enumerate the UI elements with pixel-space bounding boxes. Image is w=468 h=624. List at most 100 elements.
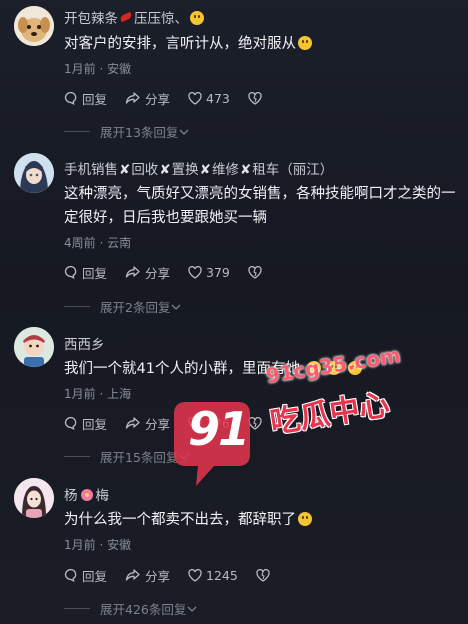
comment-author[interactable]: 西西乡 — [64, 333, 105, 353]
reply-button[interactable]: 回复 — [64, 263, 107, 282]
reply-button[interactable]: 回复 — [64, 414, 107, 433]
reply-button[interactable]: 回复 — [64, 566, 107, 585]
chevron-down-icon — [179, 129, 189, 135]
like-button[interactable]: 1245 — [188, 568, 238, 583]
chevron-down-icon — [187, 606, 197, 612]
cross-mark-icon: ✘ — [199, 162, 211, 178]
chevron-down-icon — [179, 454, 189, 460]
dizzy-face-emoji-icon — [190, 11, 204, 25]
expand-replies-label: 展开15条回复 — [100, 450, 179, 465]
heart-icon — [188, 91, 202, 105]
laughing-emoji-icon — [347, 361, 362, 375]
broken-heart-icon — [248, 416, 262, 430]
like-button[interactable]: 379 — [188, 265, 230, 280]
share-label: 分享 — [145, 265, 171, 281]
reply-label: 回复 — [82, 416, 108, 432]
comment-actions: 回复 分享 473 — [64, 88, 284, 108]
author-name-part: 手机销售 — [64, 162, 118, 178]
comment-text-content: 对客户的安排，言听计从，绝对服从 — [64, 36, 296, 52]
comment-text-content: 为什么我一个都卖不出去，都辞职了 — [64, 512, 296, 528]
expand-replies-label: 展开2条回复 — [100, 300, 171, 315]
like-button[interactable]: 473 — [188, 91, 230, 106]
comment-meta: 1月前 · 安徽 — [64, 538, 132, 552]
dislike-button[interactable] — [248, 416, 266, 430]
comment-bubble-icon — [64, 416, 77, 430]
expand-replies[interactable]: 展开426条回复 — [64, 599, 198, 618]
author-name-part: 维修 — [211, 162, 239, 178]
cross-mark-icon: ✘ — [159, 162, 171, 178]
author-name-part: 租车（丽江） — [252, 162, 334, 178]
share-label: 分享 — [145, 568, 171, 584]
heart-icon — [188, 265, 202, 279]
comment-author[interactable]: 手机销售✘回收✘置换✘维修✘租车（丽江） — [64, 158, 333, 178]
expand-replies[interactable]: 展开13条回复 — [64, 122, 190, 141]
expand-replies-label: 展开426条回复 — [100, 602, 187, 617]
comment-text-content: 我们一个就41个人的小群，里面有她 — [64, 361, 300, 377]
author-name-suffix: 压压惊、 — [134, 11, 188, 27]
reply-label: 回复 — [82, 568, 108, 584]
comment-bubble-icon — [64, 91, 77, 105]
comment-bubble-icon — [64, 265, 77, 279]
expand-replies[interactable]: 展开15条回复 — [64, 447, 190, 466]
share-arrow-icon — [125, 569, 140, 581]
comment-meta: 4周前 · 云南 — [64, 236, 132, 250]
share-arrow-icon — [125, 266, 140, 278]
watermark-title: 吃瓜中心 — [267, 387, 392, 441]
author-name-part: 梅 — [95, 488, 110, 504]
share-label: 分享 — [145, 416, 171, 432]
avatar[interactable] — [14, 6, 54, 46]
heart-icon — [188, 568, 202, 582]
share-arrow-icon — [125, 417, 140, 429]
grinning-emoji-icon — [306, 361, 321, 375]
divider-line — [64, 131, 90, 132]
chili-emoji-icon — [119, 11, 133, 23]
comment-text: 对客户的安排，言听计从，绝对服从 — [64, 32, 456, 56]
watermark-badge-icon — [174, 402, 250, 486]
divider-line — [64, 306, 90, 307]
comment-text: 我们一个就41个人的小群，里面有她 — [64, 357, 456, 381]
heart-icon — [188, 416, 202, 430]
author-name-part: 回收 — [131, 162, 159, 178]
comment-actions: 回复 分享 776 — [64, 413, 284, 433]
like-count: 1245 — [206, 567, 238, 583]
cross-mark-icon: ✘ — [119, 162, 131, 178]
share-arrow-icon — [125, 92, 140, 104]
share-button[interactable]: 分享 — [125, 566, 170, 585]
comment-text: 为什么我一个都卖不出去，都辞职了 — [64, 508, 456, 532]
broken-heart-icon — [256, 568, 270, 582]
comment-meta: 1月前 · 上海 — [64, 387, 132, 401]
share-label: 分享 — [145, 91, 171, 107]
crying-face-emoji-icon — [298, 36, 312, 50]
broken-heart-icon — [248, 265, 262, 279]
author-name-part: 置换 — [171, 162, 199, 178]
broken-heart-icon — [248, 91, 262, 105]
comment-bubble-icon — [64, 568, 77, 582]
dislike-button[interactable] — [248, 265, 266, 279]
like-count: 776 — [206, 415, 230, 431]
divider-line — [64, 608, 90, 609]
comment-meta: 1月前 · 安徽 — [64, 62, 132, 76]
share-button[interactable]: 分享 — [125, 89, 170, 108]
anime-avatar-icon — [14, 153, 54, 193]
comment-text: 这种漂亮，气质好又漂亮的女销售，各种技能啊口才之类的一定很好，日后我也要跟她买一… — [64, 186, 456, 226]
comment-actions: 回复 分享 379 — [64, 262, 284, 282]
avatar[interactable] — [14, 478, 54, 518]
cartoon-avatar-icon — [14, 327, 54, 367]
expand-replies[interactable]: 展开2条回复 — [64, 297, 182, 316]
comment-author[interactable]: 开包辣条 压压惊、 — [64, 7, 204, 27]
share-button[interactable]: 分享 — [125, 263, 170, 282]
flower-emoji-icon — [80, 489, 93, 501]
share-button[interactable]: 分享 — [125, 414, 170, 433]
like-button[interactable]: 776 — [188, 416, 230, 431]
avatar[interactable] — [14, 327, 54, 367]
dislike-button[interactable] — [248, 91, 266, 105]
divider-line — [64, 456, 90, 457]
reply-label: 回复 — [82, 265, 108, 281]
reply-button[interactable]: 回复 — [64, 89, 107, 108]
avatar[interactable] — [14, 153, 54, 193]
dislike-button[interactable] — [256, 568, 274, 582]
author-name-part: 杨 — [64, 488, 78, 504]
comment-author[interactable]: 杨梅 — [64, 484, 109, 504]
author-name-text: 开包辣条 — [64, 11, 118, 27]
cross-mark-icon: ✘ — [239, 162, 252, 178]
